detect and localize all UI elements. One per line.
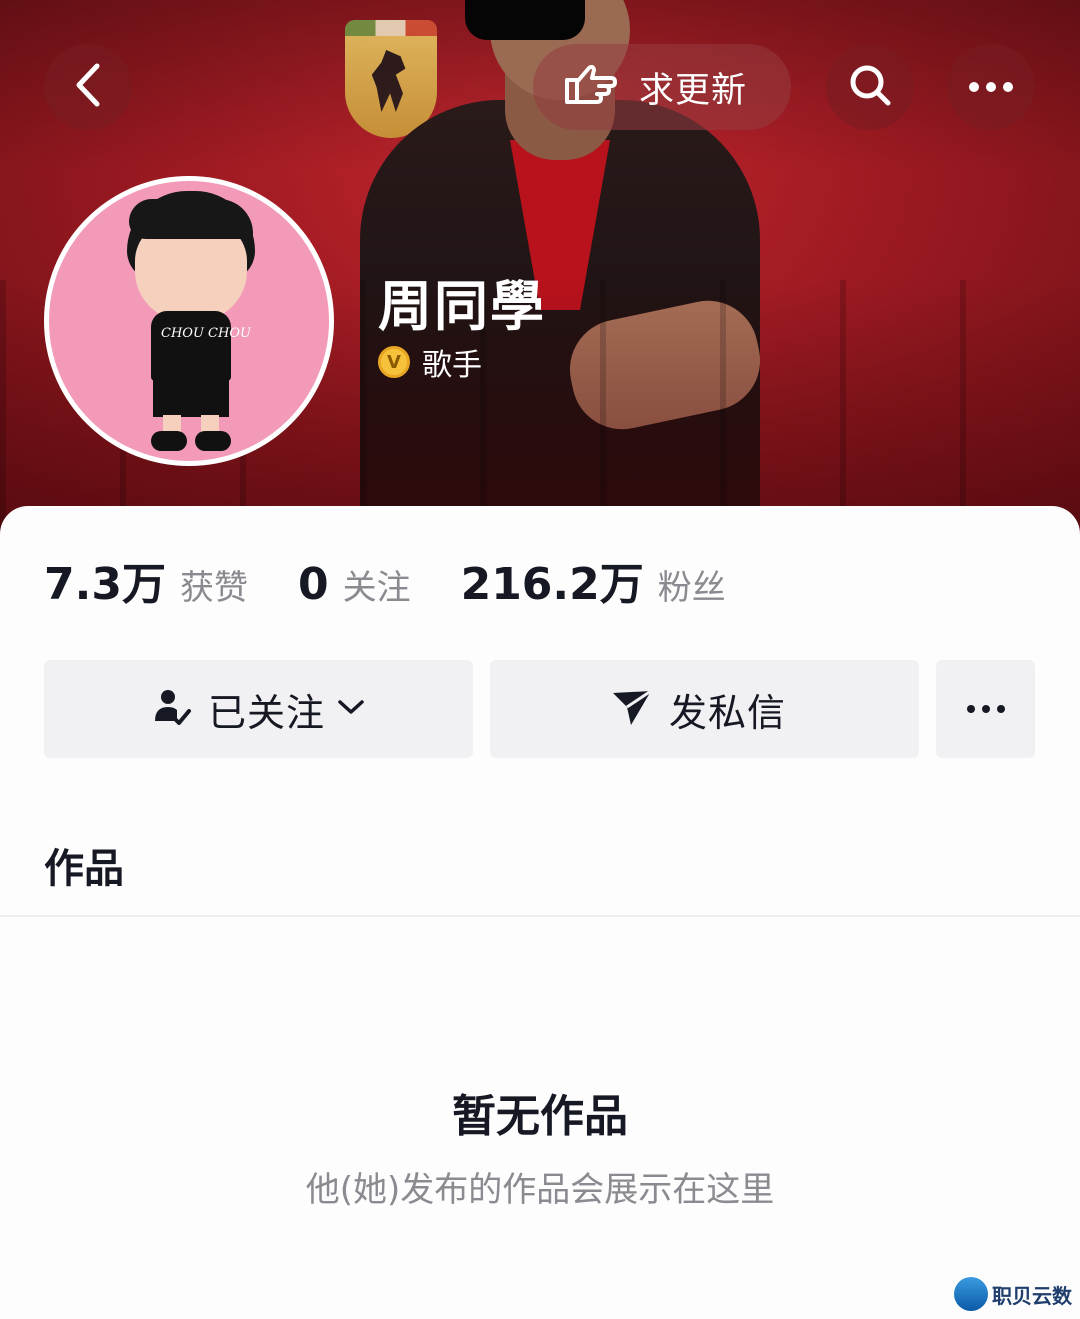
tab-divider [0,915,1080,917]
request-update-button[interactable]: 求更新 [533,44,791,130]
stat-likes-value: 7.3万 [44,559,166,610]
stat-followers-label: 粉丝 [657,568,726,608]
send-message-label: 发私信 [668,690,786,735]
request-update-label: 求更新 [639,70,748,111]
followed-button[interactable]: 已关注 [44,660,473,758]
person-sunglasses [465,0,585,40]
avatar[interactable]: CHOU CHOU [44,176,334,466]
more-options-button[interactable] [947,44,1035,130]
avatar-shirt-text: CHOU CHOU [161,326,251,341]
chevron-down-icon [337,697,365,721]
followed-label: 已关注 [207,690,325,735]
search-icon [847,62,893,112]
avatar-shorts [153,377,229,417]
stat-followers-value: 216.2万 [460,559,644,610]
verified-v-icon: V [378,346,410,378]
back-button[interactable] [44,44,132,130]
avatar-shirt [151,311,231,381]
more-dots-icon [966,705,1005,713]
more-dots-icon [969,82,1013,92]
verified-row: V 歌手 [378,340,482,384]
stat-likes[interactable]: 7.3万 获赞 [44,548,248,612]
stat-following-label: 关注 [342,568,411,608]
verified-title: 歌手 [422,348,482,383]
watermark-text: 职贝云数 [992,1283,1072,1308]
watermark: 职贝云数 [954,1277,1072,1311]
back-arrow-icon [71,62,105,112]
send-message-button[interactable]: 发私信 [490,660,919,758]
avatar-shoe-left [151,431,187,451]
action-more-button[interactable] [936,660,1035,758]
stat-following-value: 0 [297,559,329,610]
pointing-hand-icon [563,62,617,112]
person-check-icon [152,687,192,731]
stat-likes-label: 获赞 [179,568,248,608]
profile-name: 周同學 [378,275,546,338]
stat-followers[interactable]: 216.2万 粉丝 [461,548,726,612]
send-icon [611,687,653,731]
avatar-shoe-right [195,431,231,451]
empty-state-title: 暂无作品 [452,1091,628,1142]
avatar-bangs [129,199,253,239]
search-button[interactable] [826,44,914,130]
tab-works[interactable]: 作品 [44,836,124,894]
stats-row: 7.3万 获赞 0 关注 216.2万 粉丝 [44,548,776,612]
empty-state-subtitle: 他(她)发布的作品会展示在这里 [305,1170,775,1210]
watermark-logo-icon [954,1277,988,1311]
stat-following[interactable]: 0 关注 [298,559,411,610]
